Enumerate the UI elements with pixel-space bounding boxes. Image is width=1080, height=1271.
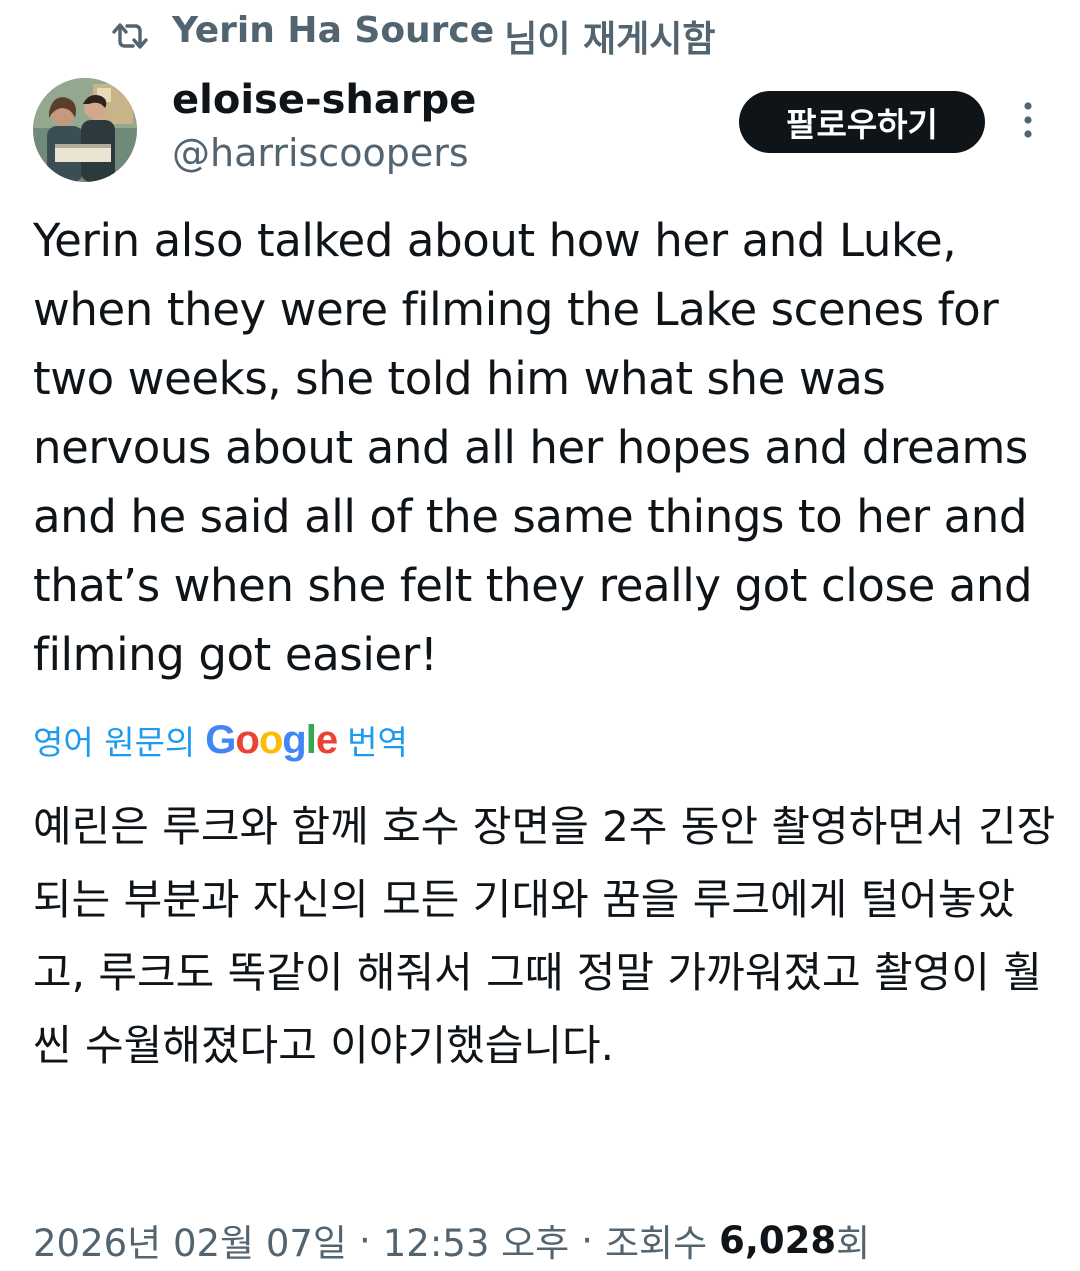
google-letter: G [205, 717, 236, 762]
tweet-meta: 2026년 02월 07일 · 12:53 오후 · 조회수 6,028 회 [33, 1212, 870, 1268]
meta-separator: · [358, 1218, 371, 1262]
tweet-text: Yerin also talked about how her and Luke… [33, 214, 1033, 681]
follow-button[interactable]: 팔로우하기 [739, 91, 985, 153]
retweet-label: Yerin Ha Source 님이 재게시함 [172, 10, 715, 62]
translation-attribution[interactable]: 영어 원문의 G o o g l e 번역 [33, 712, 408, 768]
tweet-date[interactable]: 2026년 02월 07일 [33, 1213, 347, 1267]
author-name[interactable]: eloise-sharpe [172, 74, 476, 126]
tweet-time[interactable]: 12:53 오후 [383, 1213, 569, 1267]
views-count: 6,028 [719, 1218, 837, 1262]
google-letter: o [258, 717, 283, 762]
translation-prefix: 영어 원문의 [33, 723, 196, 762]
retweet-suffix: 님이 재게시함 [504, 19, 716, 60]
meta-separator: · [581, 1218, 593, 1262]
translated-text: 예린은 루크와 함께 호수 장면을 2주 동안 촬영하면서 긴장되는 부분과 자… [33, 802, 1056, 1070]
more-options-button[interactable] [1010, 98, 1046, 146]
retweet-context[interactable]: Yerin Ha Source 님이 재게시함 [110, 10, 715, 62]
google-logo: G o o g l e [205, 717, 338, 763]
retweeter-name[interactable]: Yerin Ha Source [172, 10, 494, 62]
views-unit: 회 [836, 1222, 871, 1265]
more-vertical-icon [1022, 100, 1034, 144]
google-letter: l [305, 717, 317, 762]
google-letter: e [315, 717, 338, 762]
avatar[interactable] [33, 78, 137, 182]
translation-suffix: 번역 [347, 723, 408, 762]
views-label: 조회수 [604, 1222, 708, 1265]
retweet-icon [110, 20, 150, 52]
author-handle[interactable]: @harriscoopers [172, 128, 469, 178]
google-letter: g [282, 717, 306, 762]
google-letter: o [235, 717, 259, 762]
